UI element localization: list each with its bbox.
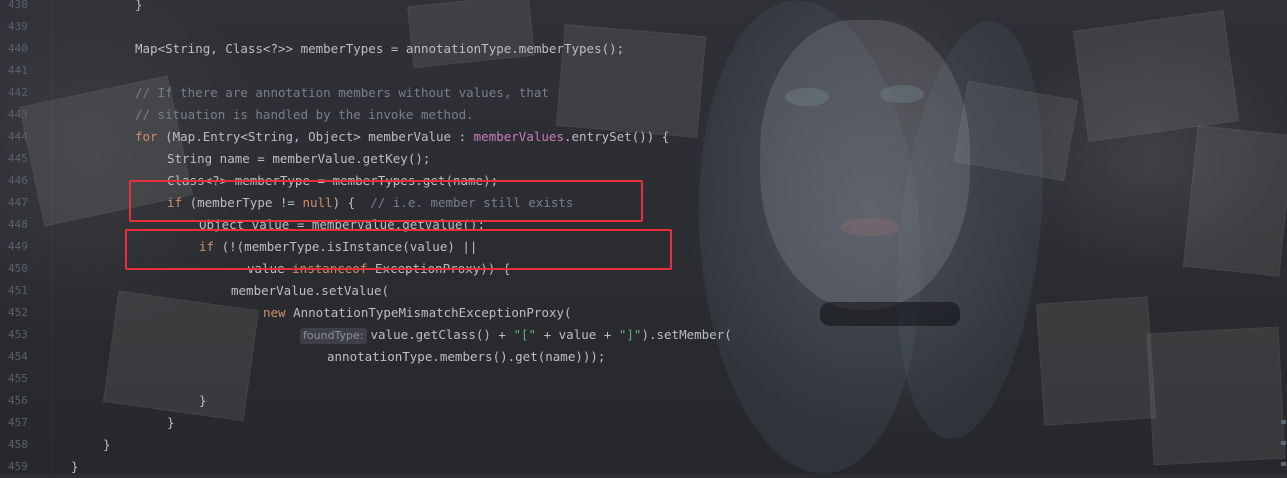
code-token: "]" (618, 327, 642, 342)
code-token: value.getClass() + (370, 327, 514, 342)
code-token: } (135, 0, 143, 12)
line-number: 453 (8, 328, 28, 341)
code-text[interactable]: // If there are annotation members witho… (135, 82, 549, 104)
code-line[interactable]: 451 memberValue.setValue( (0, 280, 1287, 302)
line-number: 446 (8, 174, 28, 187)
code-token: annotationType.members().get(name))); (327, 349, 606, 364)
code-text[interactable]: } (103, 434, 111, 456)
code-text[interactable]: } (167, 412, 175, 434)
code-token: (Map.Entry<String, Object> memberValue : (157, 129, 474, 144)
code-text[interactable]: for (Map.Entry<String, Object> memberVal… (135, 126, 669, 148)
code-token: } (71, 459, 79, 474)
line-number: 455 (8, 372, 28, 385)
line-number: 447 (8, 196, 28, 209)
highlight-box-null-check (129, 180, 643, 222)
code-token: + value + (536, 327, 619, 342)
line-number: 445 (8, 152, 28, 165)
code-token: AnnotationTypeMismatchExceptionProxy( (285, 305, 572, 320)
line-number: 458 (8, 438, 28, 451)
code-line[interactable]: 441 (0, 60, 1287, 82)
line-number: 441 (8, 64, 28, 77)
line-number: 459 (8, 460, 28, 473)
code-line[interactable]: 439 (0, 16, 1287, 38)
code-token: } (167, 415, 175, 430)
code-token: memberValue.setValue( (231, 283, 390, 298)
code-line[interactable]: 443 // situation is handled by the invoke… (0, 104, 1287, 126)
code-line[interactable]: 438} (0, 0, 1287, 16)
highlight-box-isinstance-check (125, 229, 672, 270)
code-text[interactable]: new AnnotationTypeMismatchExceptionProxy… (263, 302, 572, 324)
line-number: 440 (8, 42, 28, 55)
code-line[interactable]: 445 String name = memberValue.getKey(); (0, 148, 1287, 170)
code-text[interactable]: memberValue.setValue( (231, 280, 389, 302)
code-text[interactable]: foundType: value.getClass() + "[" + value… (300, 324, 732, 346)
code-line[interactable]: 455 (0, 368, 1287, 390)
code-text[interactable]: } (71, 456, 79, 478)
code-line[interactable]: 440 Map<String, Class<?>> memberTypes = a… (0, 38, 1287, 60)
code-token: // If there are annotation members witho… (135, 85, 549, 100)
line-number: 449 (8, 240, 28, 253)
code-line[interactable]: 459} (0, 456, 1287, 478)
line-number: 438 (8, 0, 28, 11)
line-number: 451 (8, 284, 28, 297)
code-text[interactable]: String name = memberValue.getKey(); (167, 148, 430, 170)
code-line[interactable]: 452 new AnnotationTypeMismatchExceptionPr… (0, 302, 1287, 324)
parameter-hint: foundType: (300, 328, 367, 344)
code-editor[interactable]: 438} 439 440 Map<String, Class<?>> memberTy… (0, 0, 1287, 474)
code-line[interactable]: 442 // If there are annotation members wi… (0, 82, 1287, 104)
code-line[interactable]: 453 foundType: value.getClass() + "[" + va… (0, 324, 1287, 346)
code-text[interactable]: } (199, 390, 207, 412)
scrollbar-marker[interactable] (1281, 420, 1286, 424)
code-line[interactable]: 454 annotationType.members().get(name))); (0, 346, 1287, 368)
code-token: "[" (513, 327, 537, 342)
code-token: new (263, 305, 286, 320)
line-number: 450 (8, 262, 28, 275)
line-number: 448 (8, 218, 28, 231)
scrollbar-marker[interactable] (1281, 441, 1286, 445)
line-number: 457 (8, 416, 28, 429)
line-number: 439 (8, 20, 28, 33)
code-token: .entrySet()) { (563, 129, 670, 144)
code-token: // situation is handled by the invoke me… (135, 107, 474, 122)
line-number: 444 (8, 130, 28, 143)
code-text[interactable]: // situation is handled by the invoke me… (135, 104, 474, 126)
code-text[interactable]: } (135, 0, 143, 16)
code-token: String name = memberValue.getKey(); (167, 151, 431, 166)
code-text[interactable]: Map<String, Class<?>> memberTypes = anno… (135, 38, 624, 60)
code-line[interactable]: 458} (0, 434, 1287, 456)
code-line[interactable]: 444 for (Map.Entry<String, Object> member… (0, 126, 1287, 148)
code-token: ).setMember( (641, 327, 732, 342)
code-line[interactable]: 456} (0, 390, 1287, 412)
code-token: } (103, 437, 111, 452)
line-number: 452 (8, 306, 28, 319)
code-token: Map<String, Class<?>> memberTypes = anno… (135, 41, 625, 56)
code-token: memberValues (473, 129, 564, 144)
line-number: 456 (8, 394, 28, 407)
code-line[interactable]: 457} (0, 412, 1287, 434)
line-number: 442 (8, 86, 28, 99)
line-number: 454 (8, 350, 28, 363)
line-number: 443 (8, 108, 28, 121)
code-token: } (199, 393, 207, 408)
code-text[interactable]: annotationType.members().get(name))); (327, 346, 605, 368)
code-token: for (135, 129, 158, 144)
scrollbar-marker[interactable] (1281, 462, 1286, 466)
